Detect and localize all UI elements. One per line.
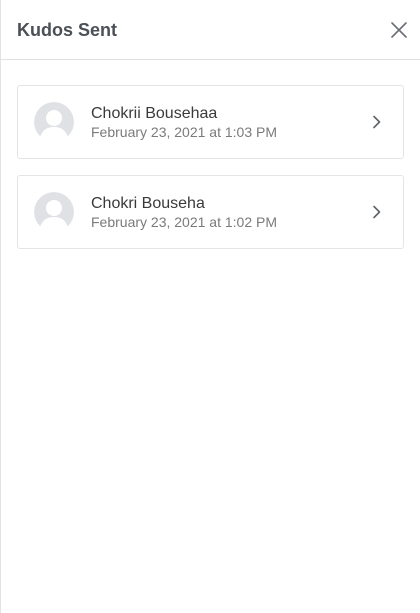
user-silhouette-icon xyxy=(34,102,74,142)
kudos-list: Chokrii Bousehaa February 23, 2021 at 1:… xyxy=(1,60,420,249)
kudos-list-item[interactable]: Chokri Bouseha February 23, 2021 at 1:02… xyxy=(17,175,404,249)
user-silhouette-icon xyxy=(34,192,74,232)
kudos-info: Chokrii Bousehaa February 23, 2021 at 1:… xyxy=(91,104,369,141)
avatar xyxy=(34,102,74,142)
recipient-name: Chokri Bouseha xyxy=(91,194,205,212)
panel-title: Kudos Sent xyxy=(17,19,118,40)
chevron-right-icon xyxy=(373,115,381,129)
sent-date: February 23, 2021 at 1:03 PM xyxy=(91,123,277,140)
avatar xyxy=(34,192,74,232)
kudos-info: Chokri Bouseha February 23, 2021 at 1:02… xyxy=(91,194,369,231)
chevron-right-icon xyxy=(373,205,381,219)
kudos-list-item[interactable]: Chokrii Bousehaa February 23, 2021 at 1:… xyxy=(17,85,404,159)
kudos-sent-panel: Kudos Sent Chokrii Bousehaa February 23,… xyxy=(0,0,420,613)
close-button[interactable] xyxy=(388,19,410,41)
sent-date: February 23, 2021 at 1:02 PM xyxy=(91,213,277,230)
recipient-name: Chokrii Bousehaa xyxy=(91,104,218,122)
open-kudos-button[interactable] xyxy=(369,114,385,130)
open-kudos-button[interactable] xyxy=(369,204,385,220)
close-icon xyxy=(391,22,407,38)
panel-header: Kudos Sent xyxy=(1,0,420,60)
